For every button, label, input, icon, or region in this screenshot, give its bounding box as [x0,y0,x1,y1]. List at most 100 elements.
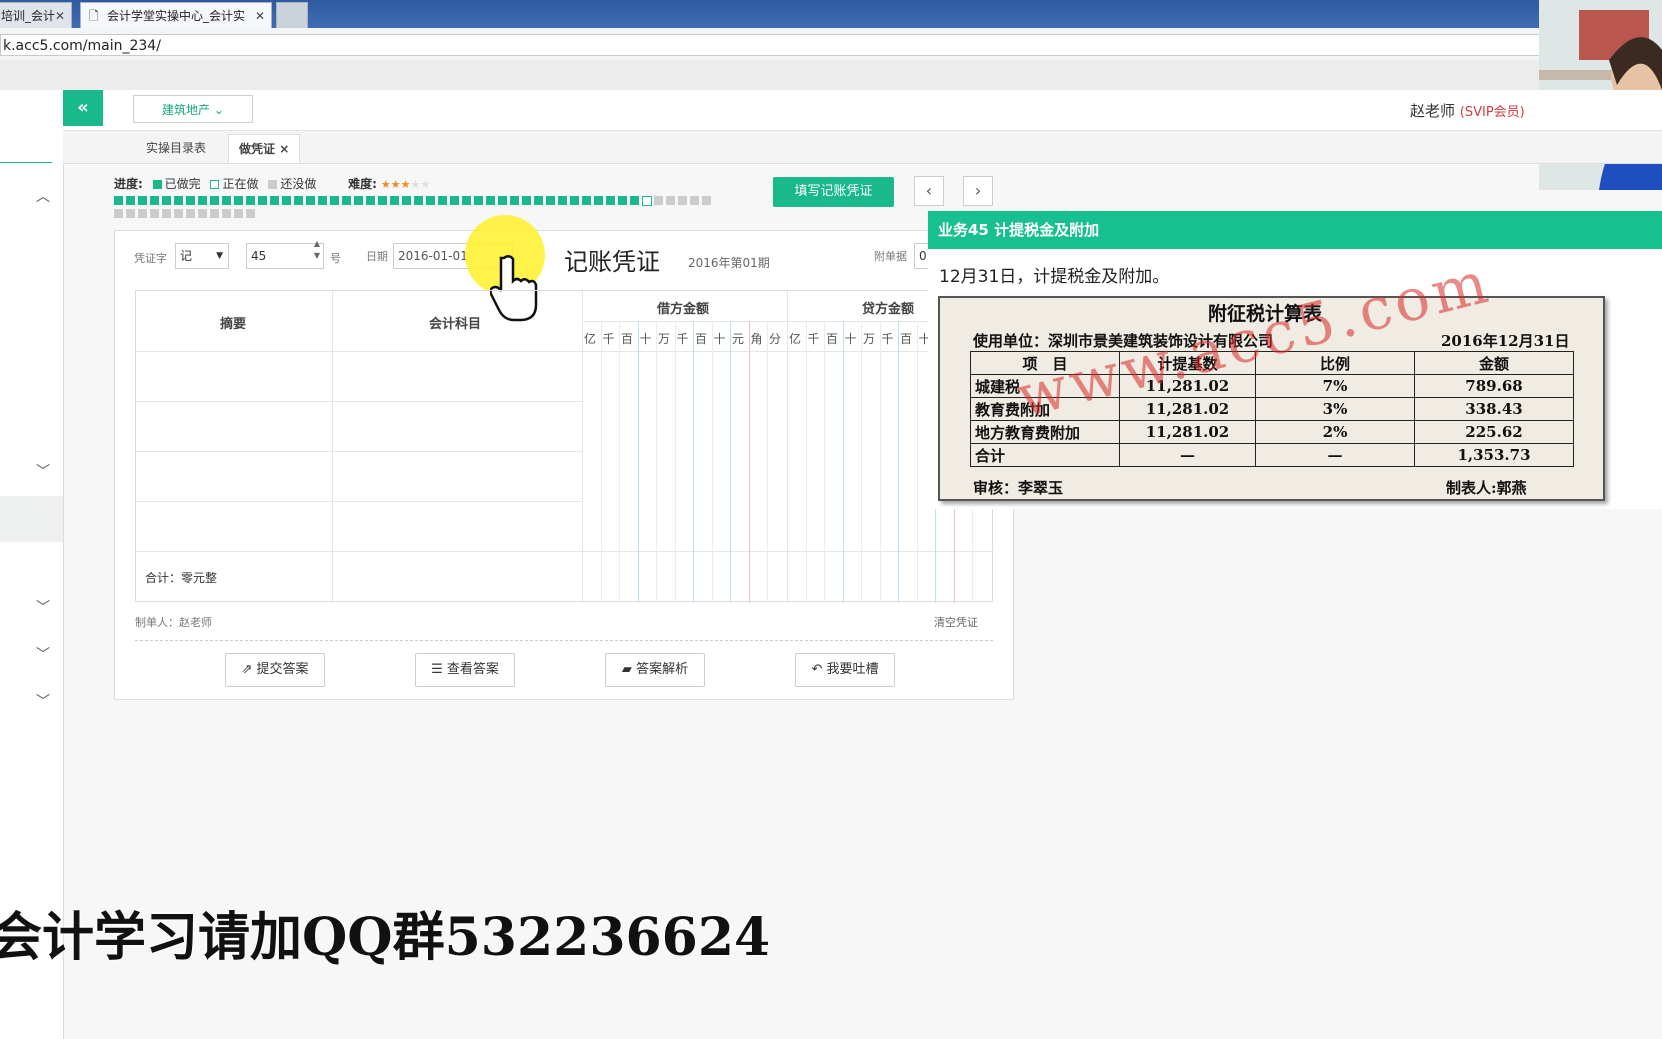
progress-cell[interactable] [414,196,423,205]
progress-cell[interactable] [426,196,435,205]
progress-cell[interactable] [282,196,291,205]
browser-tab-2[interactable]: 🗋 会计学堂实操中心_会计实 ✕ [80,2,272,28]
prev-button[interactable]: ‹ [914,176,944,206]
progress-cell[interactable] [222,209,231,218]
progress-cell[interactable] [150,196,159,205]
progress-cell[interactable] [642,196,652,206]
progress-cell[interactable] [630,196,639,205]
chevron-down-icon[interactable]: ﹀ [36,597,50,617]
progress-cell[interactable] [186,209,195,218]
submit-answer-button[interactable]: ⇗ 提交答案 [225,653,325,687]
progress-cell[interactable] [534,196,543,205]
tab-catalog[interactable]: 实操目录表 [136,134,216,162]
tab-voucher[interactable]: 做凭证 × [228,134,301,163]
progress-cell[interactable] [354,196,363,205]
progress-cell[interactable] [570,196,579,205]
progress-cell[interactable] [486,196,495,205]
progress-cell[interactable] [210,196,219,205]
progress-cell[interactable] [270,196,279,205]
new-tab-button[interactable] [276,2,308,28]
next-button[interactable]: › [963,176,993,206]
date-label: 日期 [366,250,388,263]
progress-cell[interactable] [150,209,159,218]
clear-voucher-link[interactable]: 清空凭证 [934,614,978,630]
progress-cell[interactable] [558,196,567,205]
progress-cell[interactable] [198,196,207,205]
database-icon: ☰ [431,662,443,677]
progress-cell[interactable] [246,196,255,205]
progress-cell[interactable] [594,196,603,205]
fill-voucher-button[interactable]: 填写记账凭证 [773,177,894,207]
progress-cell[interactable] [138,209,147,218]
progress-cell[interactable] [522,196,531,205]
chevron-up-icon[interactable]: ︿ [36,186,50,206]
progress-cell[interactable] [438,196,447,205]
progress-cell[interactable] [462,196,471,205]
progress-cell[interactable] [186,196,195,205]
progress-cell[interactable] [378,196,387,205]
chevron-down-icon[interactable]: ﹀ [36,691,50,711]
progress-cell[interactable] [342,196,351,205]
progress-cell[interactable] [450,196,459,205]
grid-line [805,321,807,603]
progress-cell[interactable] [198,209,207,218]
progress-cell[interactable] [318,196,327,205]
progress-cell[interactable] [306,196,315,205]
progress-cell[interactable] [678,196,687,205]
progress-cell[interactable] [174,196,183,205]
progress-cell[interactable] [654,196,663,205]
progress-cell[interactable] [246,209,255,218]
collapse-sidebar-button[interactable]: « [63,90,103,126]
progress-cell[interactable] [402,196,411,205]
view-answer-button[interactable]: ☰ 查看答案 [415,653,515,687]
digit-header: 元 [731,332,744,346]
todo-label: 还没做 [280,177,317,191]
tax-table-maker: 制表人:郭燕 [1446,479,1527,497]
close-icon[interactable]: ✕ [255,3,265,28]
url-input[interactable]: k.acc5.com/main_234/ [0,34,1540,56]
progress-cell[interactable] [234,196,243,205]
progress-cell[interactable] [666,196,675,205]
close-icon[interactable]: × [279,142,289,156]
progress-cell[interactable] [174,209,183,218]
progress-cell[interactable] [162,196,171,205]
sidebar-item-selected[interactable] [0,496,63,542]
progress-cell[interactable] [162,209,171,218]
chevron-down-icon[interactable]: ﹀ [36,461,50,481]
digit-header: 角 [750,332,763,346]
answer-analysis-button[interactable]: ▰ 答案解析 [605,653,705,687]
progress-cell[interactable] [138,196,147,205]
progress-cell[interactable] [114,209,123,218]
progress-cell[interactable] [114,196,123,205]
progress-cell[interactable] [606,196,615,205]
progress-cell[interactable] [222,196,231,205]
user-info[interactable]: 赵老师 (SVIP会员) [1410,100,1525,121]
progress-cell[interactable] [294,196,303,205]
progress-cell[interactable] [126,209,135,218]
digit-header: 十 [844,332,857,346]
voucher-word-select[interactable]: 记 ▼ [175,243,229,269]
browser-tab-1[interactable]: 培训_会计 ✕ [0,2,72,28]
progress-cell[interactable] [258,196,267,205]
progress-cell[interactable] [366,196,375,205]
spinner-icon[interactable]: ▲ ▼ [314,238,320,262]
close-icon[interactable]: ✕ [55,3,65,28]
progress-cell[interactable] [234,209,243,218]
progress-cell[interactable] [582,196,591,205]
feedback-button[interactable]: ↶ 我要吐槽 [795,653,895,687]
progress-cell[interactable] [510,196,519,205]
industry-select[interactable]: 建筑地产 ⌄ [133,95,253,123]
progress-cell[interactable] [126,196,135,205]
chevron-down-icon[interactable]: ﹀ [36,644,50,664]
progress-cell[interactable] [618,196,627,205]
progress-cell[interactable] [702,196,711,205]
progress-cell[interactable] [546,196,555,205]
voucher-number-input[interactable]: 45 ▲ ▼ [246,239,324,269]
tax-cell: — [1255,443,1415,467]
progress-cell[interactable] [210,209,219,218]
progress-cell[interactable] [390,196,399,205]
progress-cell[interactable] [498,196,507,205]
progress-cell[interactable] [474,196,483,205]
progress-cell[interactable] [330,196,339,205]
progress-cell[interactable] [690,196,699,205]
